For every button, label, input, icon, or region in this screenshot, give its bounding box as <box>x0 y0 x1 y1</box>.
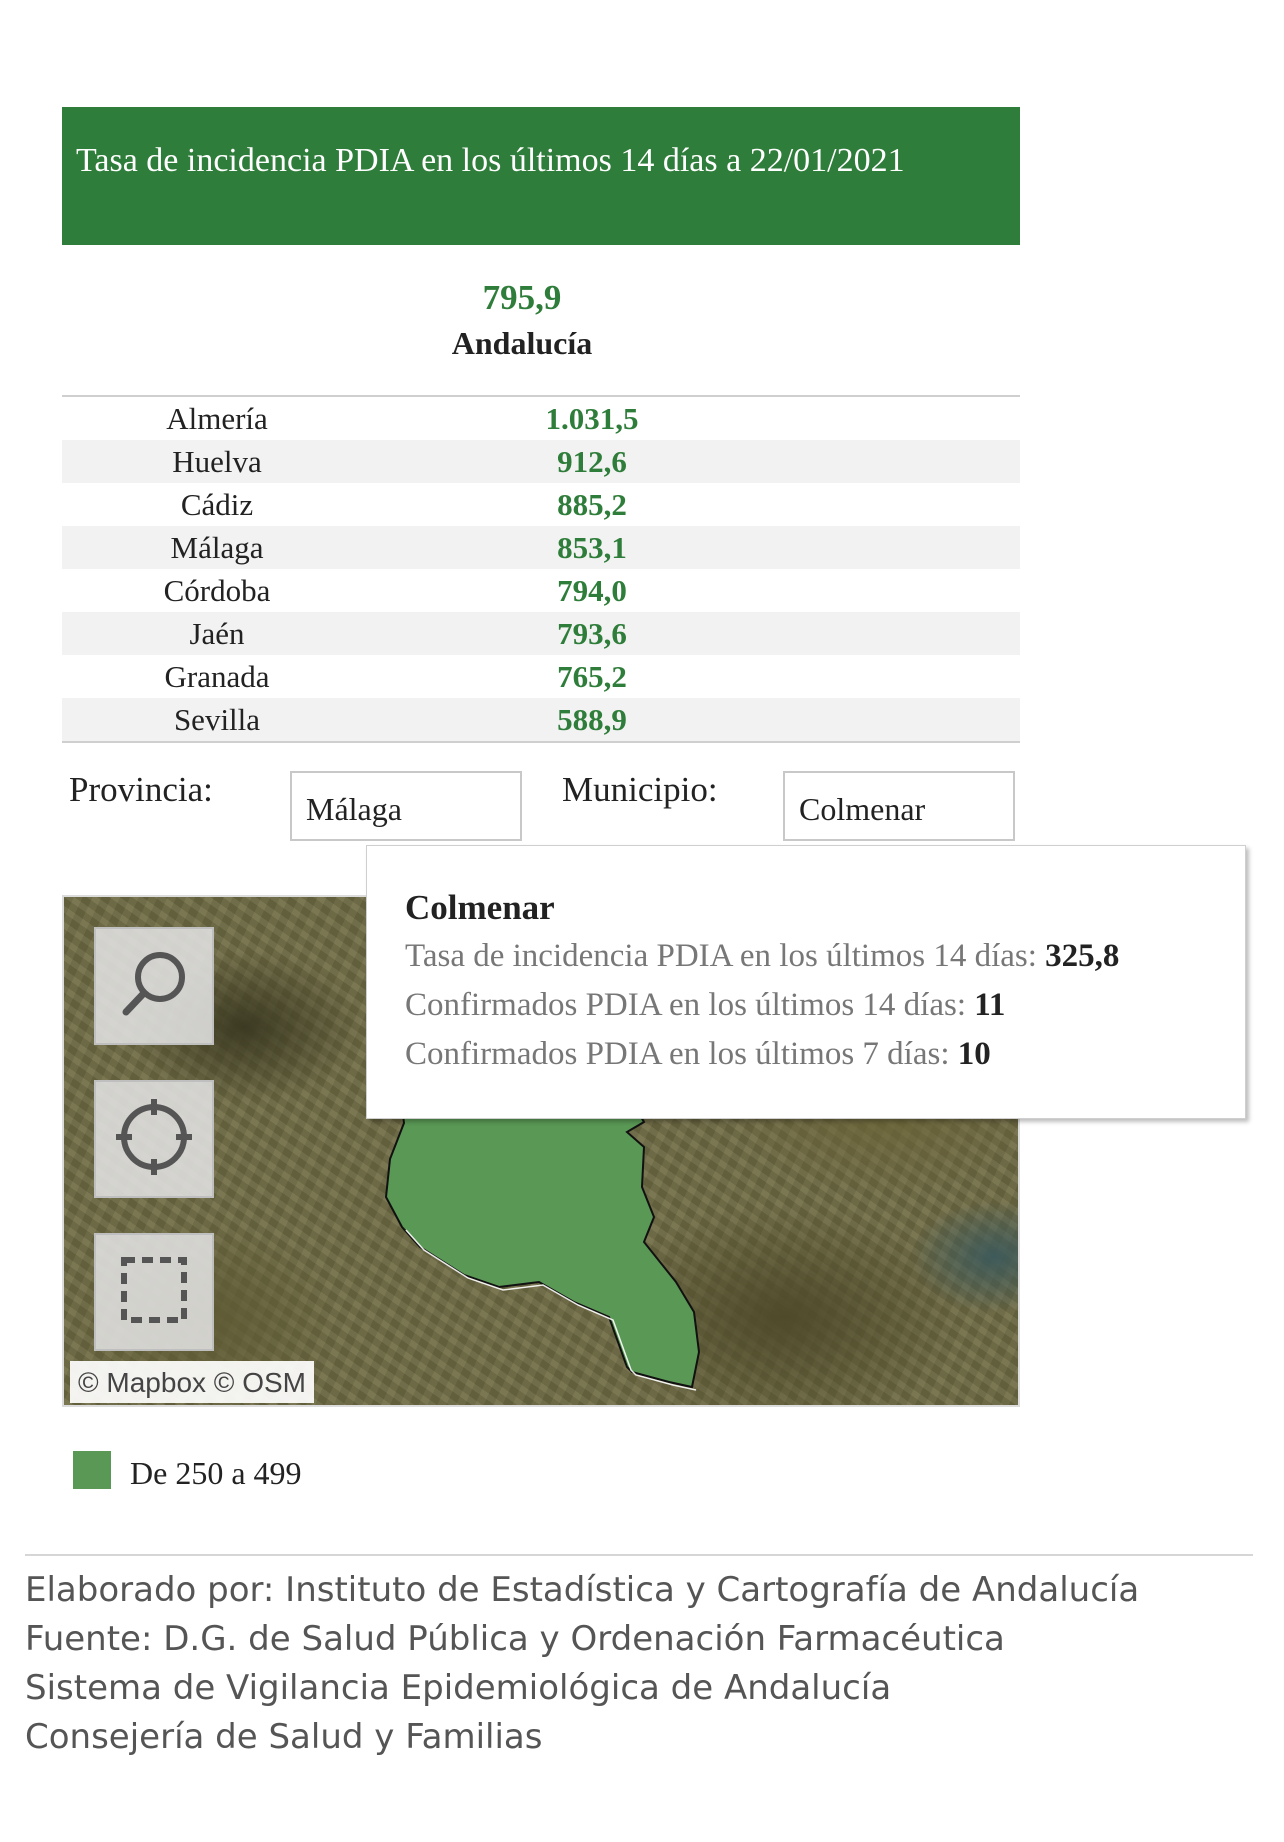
legend-label: De 250 a 499 <box>130 1455 302 1491</box>
provincia-label: Provincia: <box>69 770 213 809</box>
provincia-select[interactable]: Málaga <box>290 771 522 841</box>
footer-credits: Elaborado por: Instituto de Estadística … <box>25 1566 1265 1762</box>
footer-line: Fuente: D.G. de Salud Pública y Ordenaci… <box>25 1619 1005 1659</box>
province-value: 793,6 <box>557 615 627 651</box>
province-name: Granada <box>164 658 270 694</box>
province-value: 765,2 <box>557 658 627 694</box>
table-row[interactable]: Málaga 853,1 <box>62 526 1020 569</box>
province-name: Huelva <box>172 443 262 479</box>
locate-icon <box>112 1095 196 1184</box>
footer-line: Sistema de Vigilancia Epidemiológica de … <box>25 1668 892 1708</box>
municipio-select[interactable]: Colmenar <box>783 771 1015 841</box>
table-row[interactable]: Cádiz 885,2 <box>62 483 1020 526</box>
search-button[interactable] <box>94 927 214 1045</box>
province-name: Córdoba <box>163 572 271 608</box>
page-title: Tasa de incidencia PDIA en los últimos 1… <box>62 107 1020 245</box>
andalucia-total-label: Andalucía <box>451 325 593 361</box>
province-table: Almería 1.031,5 Huelva 912,6 Cádiz 885,2 Má… <box>62 395 1020 743</box>
tooltip-line-confirmed-7: Confirmados PDIA en los últimos 7 días: … <box>405 1036 991 1072</box>
legend-swatch <box>73 1451 111 1489</box>
table-row[interactable]: Huelva 912,6 <box>62 440 1020 483</box>
footer-line: Consejería de Salud y Familias <box>25 1717 543 1757</box>
tooltip-line-incidence: Tasa de incidencia PDIA en los últimos 1… <box>405 938 1120 974</box>
province-value: 853,1 <box>557 529 627 565</box>
table-row[interactable]: Almería 1.031,5 <box>62 397 1020 440</box>
municipio-label: Municipio: <box>562 770 718 809</box>
province-name: Jaén <box>189 615 245 651</box>
province-name: Cádiz <box>180 486 254 522</box>
tooltip-title: Colmenar <box>405 888 555 927</box>
table-row[interactable]: Granada 765,2 <box>62 655 1020 698</box>
map-attribution[interactable]: © Mapbox © OSM <box>70 1361 314 1403</box>
province-value: 885,2 <box>557 486 627 522</box>
table-row[interactable]: Córdoba 794,0 <box>62 569 1020 612</box>
search-icon <box>114 944 194 1029</box>
tooltip-line-confirmed-14: Confirmados PDIA en los últimos 14 días:… <box>405 987 1006 1023</box>
province-value: 912,6 <box>557 443 627 479</box>
table-row[interactable]: Sevilla 588,9 <box>62 698 1020 741</box>
locate-button[interactable] <box>94 1080 214 1198</box>
select-area-icon <box>116 1252 192 1333</box>
andalucia-total-value: 795,9 <box>482 278 562 317</box>
province-value: 1.031,5 <box>545 400 639 436</box>
footer-line: Elaborado por: Instituto de Estadística … <box>25 1570 1140 1610</box>
province-name: Málaga <box>170 529 264 565</box>
province-value: 588,9 <box>557 701 627 737</box>
table-row[interactable]: Jaén 793,6 <box>62 612 1020 655</box>
province-name: Sevilla <box>173 701 261 737</box>
province-value: 794,0 <box>557 572 627 608</box>
municipality-tooltip: Colmenar Tasa de incidencia PDIA en los … <box>366 845 1246 1119</box>
province-name: Almería <box>166 400 268 436</box>
footer-divider <box>25 1554 1253 1556</box>
select-area-button[interactable] <box>94 1233 214 1351</box>
